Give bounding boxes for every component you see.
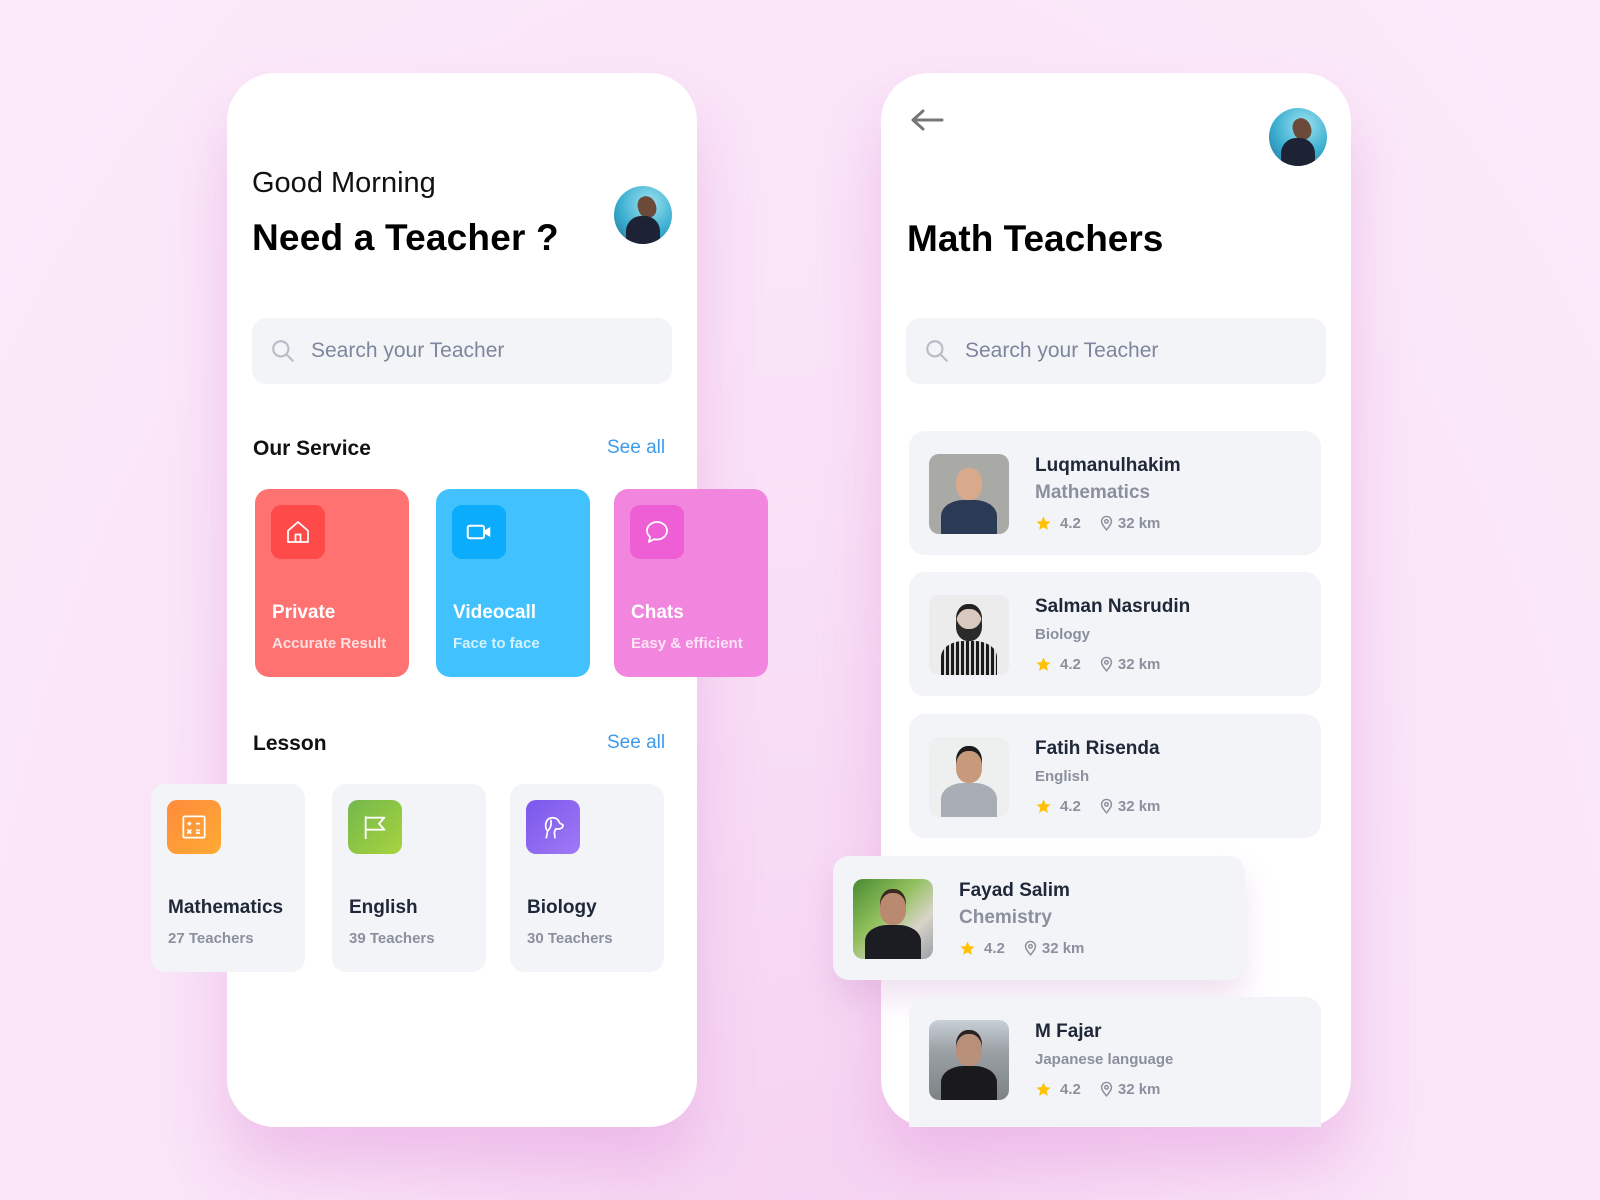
lesson-teacher-count: 27 Teachers bbox=[168, 930, 254, 947]
teacher-meta: 4.2 32 km bbox=[959, 940, 1084, 957]
search-bar[interactable] bbox=[252, 318, 672, 384]
home-icon bbox=[271, 505, 325, 559]
user-avatar[interactable] bbox=[1269, 108, 1327, 166]
teacher-name: M Fajar bbox=[1035, 1021, 1102, 1042]
star-icon bbox=[1036, 1082, 1051, 1096]
star-icon bbox=[1036, 657, 1051, 671]
teacher-subject: Chemistry bbox=[959, 907, 1052, 928]
teacher-card[interactable]: Salman Nasrudin Biology 4.2 32 km bbox=[909, 572, 1321, 696]
teacher-distance: 32 km bbox=[1117, 798, 1161, 815]
service-card-videocall[interactable]: Videocall Face to face bbox=[436, 489, 590, 677]
lesson-heading: Lesson bbox=[253, 732, 327, 755]
teacher-photo bbox=[853, 879, 933, 959]
page-title: Math Teachers bbox=[907, 218, 1164, 259]
chat-bubble-icon bbox=[630, 505, 684, 559]
arrow-left-icon[interactable] bbox=[908, 105, 946, 135]
lesson-title: English bbox=[349, 897, 418, 918]
page-title: Need a Teacher ? bbox=[252, 217, 559, 258]
service-subtitle: Face to face bbox=[453, 635, 540, 652]
service-card-chats[interactable]: Chats Easy & efficient bbox=[614, 489, 768, 677]
teacher-photo bbox=[929, 595, 1009, 675]
service-subtitle: Easy & efficient bbox=[631, 635, 743, 652]
services-heading: Our Service bbox=[253, 437, 371, 460]
teacher-photo bbox=[929, 737, 1009, 817]
lesson-card-mathematics[interactable]: Mathematics 27 Teachers bbox=[151, 784, 305, 972]
search-input[interactable] bbox=[965, 339, 1285, 363]
star-icon bbox=[960, 941, 975, 955]
teacher-distance: 32 km bbox=[1117, 656, 1161, 673]
search-icon bbox=[926, 340, 948, 362]
lesson-title: Mathematics bbox=[168, 897, 284, 918]
location-pin-icon bbox=[1100, 798, 1113, 815]
teacher-rating: 4.2 bbox=[1060, 515, 1081, 532]
teacher-subject: Japanese language bbox=[1035, 1051, 1174, 1068]
lesson-title: Biology bbox=[527, 897, 597, 918]
teacher-name: Fayad Salim bbox=[959, 880, 1070, 901]
teacher-name: Luqmanulhakim bbox=[1035, 455, 1181, 476]
location-pin-icon bbox=[1100, 515, 1113, 532]
teacher-subject: English bbox=[1035, 768, 1090, 785]
lesson-see-all-link[interactable]: See all bbox=[607, 732, 665, 754]
location-pin-icon bbox=[1100, 656, 1113, 673]
teacher-rating: 4.2 bbox=[1060, 656, 1081, 673]
star-icon bbox=[1036, 799, 1051, 813]
user-avatar[interactable] bbox=[614, 186, 672, 244]
teacher-distance: 32 km bbox=[1117, 515, 1161, 532]
teacher-meta: 4.2 32 km bbox=[1035, 656, 1160, 673]
teacher-rating: 4.2 bbox=[1060, 1081, 1081, 1098]
teacher-subject: Biology bbox=[1035, 626, 1090, 643]
greeting-text: Good Morning bbox=[252, 167, 436, 199]
teacher-photo bbox=[929, 1020, 1009, 1100]
location-pin-icon bbox=[1100, 1081, 1113, 1098]
teacher-card[interactable]: Fayad Salim Chemistry 4.2 32 km bbox=[833, 856, 1245, 980]
teacher-card[interactable]: Luqmanulhakim Mathematics 4.2 32 km bbox=[909, 431, 1321, 555]
lesson-teacher-count: 30 Teachers bbox=[527, 930, 613, 947]
search-icon bbox=[272, 340, 294, 362]
service-title: Videocall bbox=[453, 602, 537, 623]
teacher-card[interactable]: M Fajar Japanese language 4.2 32 km bbox=[909, 997, 1321, 1127]
service-subtitle: Accurate Result bbox=[272, 635, 387, 652]
teacher-meta: 4.2 32 km bbox=[1035, 1081, 1160, 1098]
search-input[interactable] bbox=[311, 339, 631, 363]
teacher-distance: 32 km bbox=[1117, 1081, 1161, 1098]
video-camera-icon bbox=[452, 505, 506, 559]
teacher-subject: Mathematics bbox=[1035, 482, 1151, 503]
location-pin-icon bbox=[1024, 940, 1037, 957]
teacher-rating: 4.2 bbox=[1060, 798, 1081, 815]
teacher-photo bbox=[929, 454, 1009, 534]
service-title: Private bbox=[272, 602, 336, 623]
teacher-meta: 4.2 32 km bbox=[1035, 515, 1160, 532]
lesson-card-english[interactable]: English 39 Teachers bbox=[332, 784, 486, 972]
teacher-meta: 4.2 32 km bbox=[1035, 798, 1160, 815]
teacher-rating: 4.2 bbox=[984, 940, 1005, 957]
teacher-distance: 32 km bbox=[1041, 940, 1085, 957]
star-icon bbox=[1036, 516, 1051, 530]
service-title: Chats bbox=[631, 602, 684, 623]
service-card-private[interactable]: Private Accurate Result bbox=[255, 489, 409, 677]
teacher-name: Fatih Risenda bbox=[1035, 738, 1160, 759]
calculator-icon bbox=[167, 800, 221, 854]
teacher-card[interactable]: Fatih Risenda English 4.2 32 km bbox=[909, 714, 1321, 838]
flag-icon bbox=[348, 800, 402, 854]
lesson-teacher-count: 39 Teachers bbox=[349, 930, 435, 947]
teacher-name: Salman Nasrudin bbox=[1035, 596, 1191, 617]
lesson-card-biology[interactable]: Biology 30 Teachers bbox=[510, 784, 664, 972]
services-see-all-link[interactable]: See all bbox=[607, 437, 665, 459]
phone-bottom-edge bbox=[881, 1127, 1351, 1200]
search-bar[interactable] bbox=[906, 318, 1326, 384]
dog-icon bbox=[526, 800, 580, 854]
